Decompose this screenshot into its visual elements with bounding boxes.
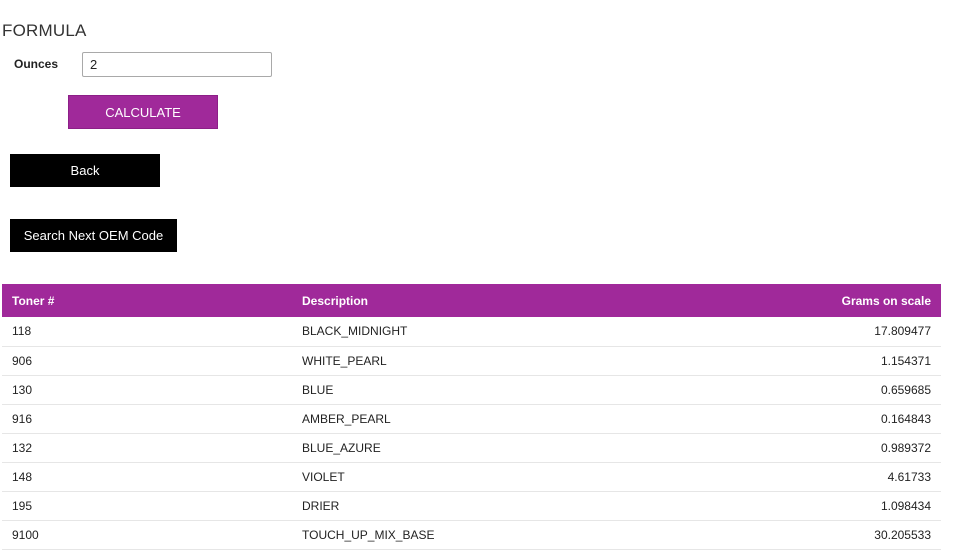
cell-grams: 0.164843 — [880, 411, 931, 426]
cell-toner: 118 — [12, 324, 32, 339]
formula-table: Toner # Description Grams on scale 118 BL… — [2, 284, 941, 550]
table-body: 118 BLACK_MIDNIGHT 17.809477 906 WHITE_PEARL… — [2, 317, 941, 549]
cell-grams: 4.61733 — [887, 469, 931, 484]
table-header: Toner # Description Grams on scale — [2, 284, 941, 317]
table-row: 132 BLUE_AZURE 0.989372 — [2, 433, 941, 462]
cell-toner: 148 — [12, 469, 33, 484]
cell-description: BLACK_MIDNIGHT — [302, 324, 408, 339]
cell-description: AMBER_PEARL — [302, 411, 391, 426]
table-header-row: Toner # Description Grams on scale — [2, 284, 941, 317]
cell-toner: 132 — [12, 440, 33, 455]
cell-description: VIOLET — [302, 469, 345, 484]
cell-grams: 1.098434 — [880, 498, 931, 513]
cell-toner: 906 — [12, 353, 33, 368]
page-title: FORMULA — [2, 21, 87, 40]
table-row: 130 BLUE 0.659685 — [2, 375, 941, 404]
back-button[interactable]: Back — [10, 154, 160, 187]
cell-description: TOUCH_UP_MIX_BASE — [302, 527, 435, 542]
column-header-grams: Grams on scale — [841, 293, 931, 308]
cell-description: BLUE_AZURE — [302, 440, 381, 455]
cell-grams: 17.809477 — [874, 324, 931, 339]
calculate-button[interactable]: CALCULATE — [68, 95, 218, 129]
cell-description: WHITE_PEARL — [302, 353, 387, 368]
cell-grams: 0.989372 — [880, 440, 931, 455]
column-header-toner: Toner # — [12, 293, 55, 308]
ounces-input[interactable] — [82, 52, 272, 77]
formula-table-container: Toner # Description Grams on scale 118 BL… — [2, 284, 941, 550]
table-row: 906 WHITE_PEARL 1.154371 — [2, 346, 941, 375]
cell-toner: 195 — [12, 498, 33, 513]
cell-grams: 30.205533 — [874, 527, 931, 542]
cell-grams: 0.659685 — [880, 382, 931, 397]
search-next-oem-code-button[interactable]: Search Next OEM Code — [10, 219, 177, 252]
table-row: 195 DRIER 1.098434 — [2, 491, 941, 520]
table-row: 916 AMBER_PEARL 0.164843 — [2, 404, 941, 433]
table-row: 9100 TOUCH_UP_MIX_BASE 30.205533 — [2, 520, 941, 549]
cell-description: BLUE — [302, 382, 334, 397]
cell-toner: 130 — [12, 382, 33, 397]
column-header-description: Description — [302, 293, 369, 308]
cell-toner: 916 — [12, 411, 33, 426]
formula-page: FORMULA Ounces CALCULATE Back Search Nex… — [0, 0, 979, 551]
table-row: 118 BLACK_MIDNIGHT 17.809477 — [2, 317, 941, 346]
cell-toner: 9100 — [12, 527, 39, 542]
ounces-label: Ounces — [14, 57, 59, 71]
table-row: 148 VIOLET 4.61733 — [2, 462, 941, 491]
cell-grams: 1.154371 — [880, 353, 931, 368]
cell-description: DRIER — [302, 498, 340, 513]
